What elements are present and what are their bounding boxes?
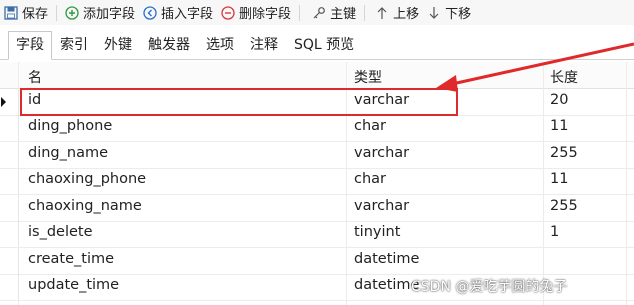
toolbar-divider <box>364 4 366 21</box>
tab-indexes[interactable]: 索引 <box>52 31 96 59</box>
tab-bar: 字段 索引 外键 触发器 选项 注释 SQL 预览 <box>0 27 634 60</box>
column-header-name[interactable]: 名 <box>28 67 42 87</box>
toolbar-divider <box>56 4 58 21</box>
field-length[interactable]: 11 <box>550 171 568 187</box>
current-row-indicator <box>0 89 19 115</box>
add-field-label: 添加字段 <box>83 7 136 22</box>
field-name[interactable]: chaoxing_name <box>28 198 142 214</box>
move-down-button[interactable]: 下移 <box>427 0 471 25</box>
field-name[interactable]: update_time <box>28 277 119 293</box>
row-header <box>0 221 19 247</box>
watermark: CSDN @爱吃芋圆的兔子 <box>411 279 568 295</box>
delete-field-button[interactable]: 删除字段 <box>221 0 291 25</box>
move-up-button[interactable]: 上移 <box>375 0 419 25</box>
minus-circle-icon <box>221 5 235 20</box>
table-row[interactable]: ding_name varchar 255 <box>0 142 634 169</box>
field-name[interactable]: id <box>28 92 41 108</box>
field-length[interactable]: 1 <box>550 224 559 240</box>
field-type[interactable]: char <box>354 118 386 134</box>
tab-options[interactable]: 选项 <box>198 31 242 59</box>
row-header <box>0 142 19 168</box>
move-up-label: 上移 <box>393 7 420 22</box>
save-label: 保存 <box>22 7 49 22</box>
column-header-length[interactable]: 长度 <box>550 67 578 87</box>
table-header: 名 类型 长度 <box>0 62 634 89</box>
key-icon <box>312 6 326 20</box>
primary-key-label: 主键 <box>330 7 357 22</box>
column-header-type[interactable]: 类型 <box>354 67 382 87</box>
field-type[interactable]: varchar <box>354 198 409 214</box>
field-name[interactable]: chaoxing_phone <box>28 171 146 187</box>
add-field-button[interactable]: 添加字段 <box>65 0 135 25</box>
table-row[interactable]: is_delete tinyint 1 <box>0 221 634 248</box>
field-length[interactable]: 255 <box>550 145 578 161</box>
table-row[interactable]: chaoxing_name varchar 255 <box>0 195 634 222</box>
insert-field-label: 插入字段 <box>161 7 214 22</box>
tab-comments[interactable]: 注释 <box>242 31 286 59</box>
insert-field-button[interactable]: 插入字段 <box>143 0 213 25</box>
field-type[interactable]: varchar <box>354 92 409 108</box>
tab-fields[interactable]: 字段 <box>8 31 52 60</box>
insert-icon <box>143 5 157 20</box>
field-type[interactable]: char <box>354 171 386 187</box>
save-icon <box>4 5 18 20</box>
primary-key-button[interactable]: 主键 <box>312 0 356 25</box>
field-length[interactable]: 11 <box>550 118 568 134</box>
table-row[interactable]: ding_phone char 11 <box>0 115 634 142</box>
tab-foreign-keys[interactable]: 外键 <box>96 31 140 59</box>
table-row[interactable]: id varchar 20 <box>0 89 634 116</box>
field-type[interactable]: varchar <box>354 145 409 161</box>
field-type[interactable]: datetime <box>354 277 419 293</box>
field-name[interactable]: is_delete <box>28 224 93 240</box>
row-header <box>0 115 19 141</box>
tab-triggers[interactable]: 触发器 <box>140 31 198 59</box>
field-type[interactable]: tinyint <box>354 224 400 240</box>
field-name[interactable]: ding_name <box>28 145 108 161</box>
toolbar-divider <box>299 4 301 21</box>
table-row[interactable]: create_time datetime <box>0 248 634 275</box>
row-header <box>0 195 19 221</box>
plus-circle-icon <box>65 5 79 20</box>
tab-sql-preview[interactable]: SQL 预览 <box>286 31 362 59</box>
field-length[interactable]: 20 <box>550 92 568 108</box>
field-type[interactable]: datetime <box>354 251 419 267</box>
field-length[interactable]: 255 <box>550 198 578 214</box>
field-name[interactable]: ding_phone <box>28 118 112 134</box>
save-button[interactable]: 保存 <box>4 0 48 25</box>
delete-field-label: 删除字段 <box>239 7 292 22</box>
field-name[interactable]: create_time <box>28 251 114 267</box>
toolbar: 保存 添加字段 插入字段 删除字段 主键 上移 下移 <box>0 0 634 25</box>
row-header <box>0 248 19 274</box>
move-down-label: 下移 <box>445 7 472 22</box>
table-row[interactable]: chaoxing_phone char 11 <box>0 168 634 195</box>
arrow-up-icon <box>375 6 389 20</box>
row-header <box>0 168 19 194</box>
arrow-down-icon <box>427 6 441 20</box>
row-header <box>0 274 19 300</box>
